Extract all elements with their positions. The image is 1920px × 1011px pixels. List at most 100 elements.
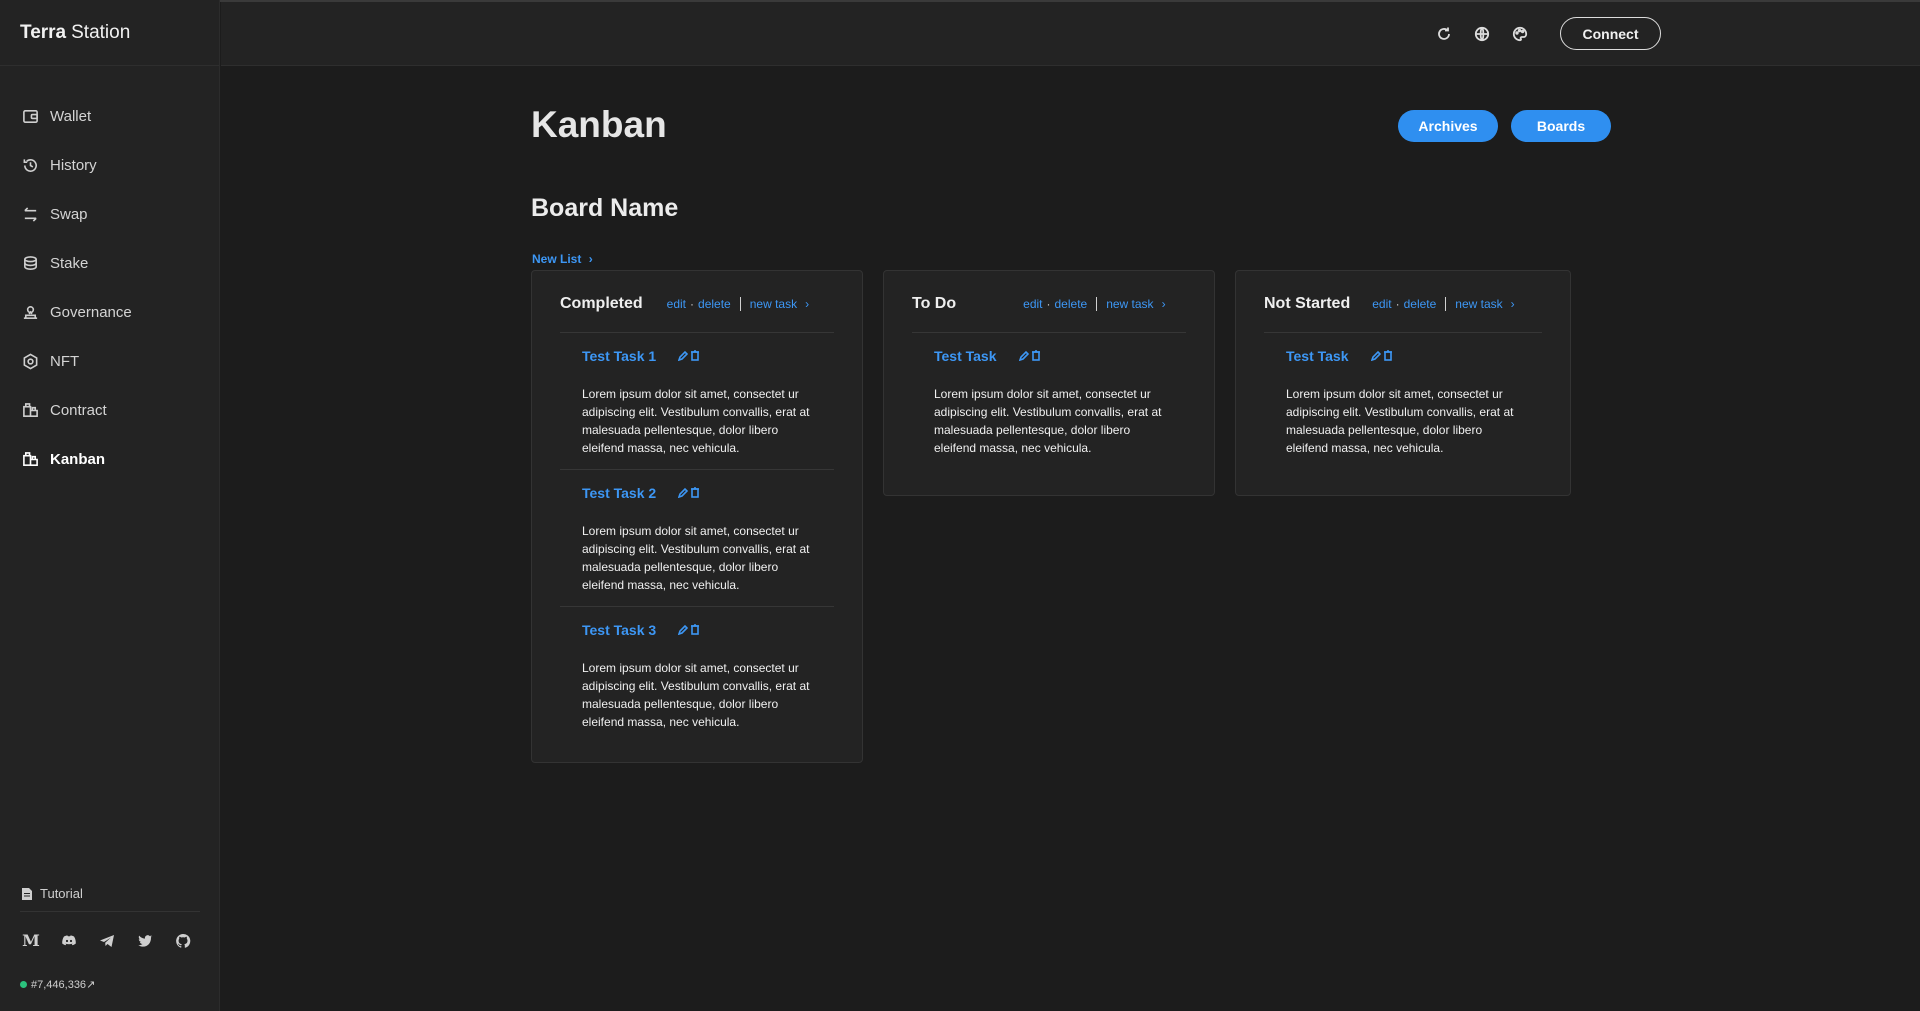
block-height[interactable]: #7,446,336 ↗ [20,978,200,991]
sidebar-item-governance[interactable]: Governance [0,288,219,337]
kanban-list-to-do: To Do edit · delete new task › Test Task… [883,270,1215,496]
pencil-icon[interactable] [678,624,689,636]
chevron-right-icon: › [1161,296,1166,311]
list-title: Completed [560,294,643,312]
board-name: Board Name [531,194,679,222]
separator-dot: · [1046,296,1051,311]
pencil-icon[interactable] [1370,350,1381,362]
task-title[interactable]: Test Task 3 [582,622,656,638]
trash-icon[interactable] [690,350,700,362]
task-title[interactable]: Test Task 2 [582,485,656,501]
trash-icon[interactable] [690,624,700,636]
task-card: Test Task 1 Lorem ipsum dolor sit amet, … [560,333,834,470]
sidebar-item-label: Swap [50,206,88,223]
trash-icon[interactable] [1031,350,1041,362]
delete-list-link[interactable]: delete [1055,297,1088,311]
twitter-icon[interactable] [136,932,154,950]
palette-icon[interactable] [1510,24,1530,44]
task-description: Lorem ipsum dolor sit amet, consectet ur… [582,524,810,592]
divider [1445,296,1447,311]
medium-icon[interactable]: M [22,931,40,950]
tutorial-link[interactable]: Tutorial [20,886,200,912]
task-header: Test Task 3 [582,619,834,641]
new-task-link[interactable]: new task [750,297,797,311]
discord-icon[interactable] [60,932,78,950]
sidebar-item-kanban[interactable]: Kanban [0,435,219,484]
app-root: Terra Station Wallet History Swap Stake [0,0,1920,1011]
sidebar-item-stake[interactable]: Stake [0,239,219,288]
github-icon[interactable] [174,932,192,950]
wallet-icon [21,108,39,126]
sidebar-item-label: History [50,157,97,174]
connect-button[interactable]: Connect [1560,17,1661,50]
divider [739,296,741,311]
boards-button[interactable]: Boards [1511,110,1611,142]
separator-dot: · [690,296,695,311]
task-title[interactable]: Test Task [1286,348,1349,364]
edit-list-link[interactable]: edit [667,297,686,311]
list-actions: edit · delete new task › [1372,296,1515,311]
trash-icon[interactable] [690,487,700,499]
sidebar-item-contract[interactable]: Contract [0,386,219,435]
social-links: M [20,912,200,956]
task-card: Test Task 2 Lorem ipsum dolor sit amet, … [560,470,834,607]
status-dot [20,981,27,988]
task-title[interactable]: Test Task 1 [582,348,656,364]
chevron-right-icon: › [1510,296,1515,311]
list-title: To Do [912,294,957,312]
sidebar-item-swap[interactable]: Swap [0,190,219,239]
stake-icon [21,255,39,273]
document-icon [22,887,32,900]
task-description: Lorem ipsum dolor sit amet, consectet ur… [1286,387,1514,455]
delete-list-link[interactable]: delete [1404,297,1437,311]
sidebar-footer: Tutorial M #7,446,336 ↗ [20,886,200,991]
kanban-list-not-started: Not Started edit · delete new task › Tes… [1235,270,1571,496]
delete-list-link[interactable]: delete [698,297,731,311]
new-task-link[interactable]: new task [1106,297,1153,311]
globe-icon[interactable] [1472,24,1492,44]
sidebar-item-history[interactable]: History [0,141,219,190]
sidebar-item-wallet[interactable]: Wallet [0,92,219,141]
list-header: Completed edit · delete new task › [560,271,834,333]
sidebar-item-label: Contract [50,402,107,419]
kanban-list-completed: Completed edit · delete new task › Test … [531,270,863,763]
task-header: Test Task [934,345,1186,367]
top-header: Connect [221,2,1920,66]
task-description: Lorem ipsum dolor sit amet, consectet ur… [582,387,810,455]
sidebar-item-label: Stake [50,255,89,272]
sidebar: Terra Station Wallet History Swap Stake [0,0,220,1011]
sidebar-item-nft[interactable]: NFT [0,337,219,386]
new-list-link[interactable]: New List › [532,252,593,266]
task-header: Test Task 1 [582,345,834,367]
sidebar-item-label: Governance [50,304,132,321]
nft-icon [21,353,39,371]
task-header: Test Task [1286,345,1542,367]
task-header: Test Task 2 [582,482,834,504]
divider [1096,296,1098,311]
governance-icon [21,304,39,322]
pencil-icon[interactable] [678,487,689,499]
block-height-value: #7,446,336 [31,978,87,991]
separator-dot: · [1395,296,1400,311]
swap-icon [21,206,39,224]
trash-icon[interactable] [1383,350,1393,362]
task-card: Test Task 3 Lorem ipsum dolor sit amet, … [560,607,834,743]
telegram-icon[interactable] [98,932,116,950]
pencil-icon[interactable] [1018,350,1029,362]
page-title: Kanban [531,104,667,145]
refresh-icon[interactable] [1434,24,1454,44]
pencil-icon[interactable] [678,350,689,362]
brand-logo[interactable]: Terra Station [0,0,219,66]
external-link-icon: ↗ [86,979,96,991]
new-task-link[interactable]: new task [1455,297,1502,311]
header-icons [1434,24,1530,44]
edit-list-link[interactable]: edit [1023,297,1042,311]
sidebar-item-label: NFT [50,353,80,370]
brand-regular: Station [71,21,131,43]
sidebar-item-label: Kanban [50,451,106,468]
archives-button[interactable]: Archives [1398,110,1498,142]
task-title[interactable]: Test Task [934,348,997,364]
list-actions: edit · delete new task › [667,296,809,311]
contract-icon [21,402,39,420]
edit-list-link[interactable]: edit [1372,297,1391,311]
